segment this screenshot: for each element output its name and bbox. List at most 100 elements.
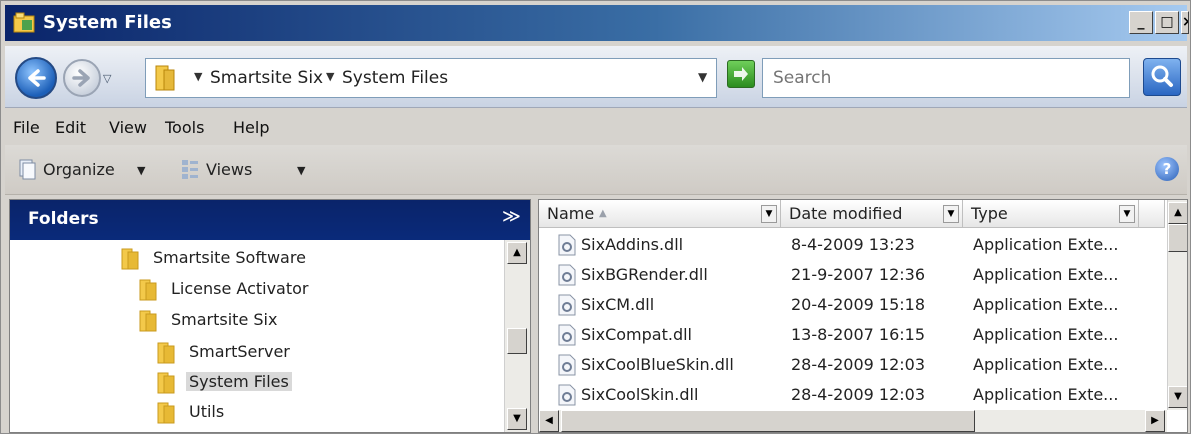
- scroll-down-icon[interactable]: ▼: [507, 408, 527, 430]
- tree-item-label: License Activator: [171, 279, 309, 298]
- menu-edit[interactable]: Edit: [55, 118, 86, 137]
- column-title: Date modified: [789, 204, 903, 223]
- file-name: SixCoolSkin.dll: [581, 385, 699, 404]
- maximize-button[interactable]: □: [1155, 11, 1179, 34]
- organize-icon: [19, 159, 36, 180]
- views-dropdown-icon[interactable]: ▼: [297, 164, 305, 177]
- file-row[interactable]: SixCompat.dll 13-8-2007 16:15 Applicatio…: [539, 320, 1159, 350]
- file-name: SixCompat.dll: [581, 325, 692, 344]
- file-list-pane: Name ▲ ▼ Date modified ▼ Type ▼ SixAddin…: [538, 199, 1188, 433]
- file-type: Application Exte...: [973, 355, 1119, 374]
- column-filter-dropdown-icon[interactable]: ▼: [761, 205, 777, 223]
- file-name: SixCM.dll: [581, 295, 655, 314]
- folders-vertical-scrollbar[interactable]: ▲ ▼: [504, 240, 530, 432]
- minimize-button[interactable]: _: [1129, 11, 1153, 34]
- search-input[interactable]: [763, 59, 1129, 97]
- file-row[interactable]: SixAddins.dll 8-4-2009 13:23 Application…: [539, 230, 1159, 260]
- column-header-date-modified[interactable]: Date modified ▼: [781, 200, 963, 228]
- file-row[interactable]: SixCoolBlueSkin.dll 28-4-2009 12:03 Appl…: [539, 350, 1159, 380]
- command-bar: Organize ▼ Views ▼ ?: [5, 145, 1187, 195]
- column-header-size-truncated[interactable]: [1139, 200, 1165, 228]
- scroll-up-icon[interactable]: ▲: [1168, 202, 1187, 224]
- scrollbar-thumb[interactable]: [1168, 224, 1187, 252]
- forward-button[interactable]: [63, 59, 101, 97]
- tree-item-label: Smartsite Six: [171, 310, 278, 329]
- organize-dropdown-icon[interactable]: ▼: [137, 164, 145, 177]
- menu-help[interactable]: Help: [233, 118, 269, 137]
- breadcrumb-smartsite-six[interactable]: Smartsite Six: [210, 68, 323, 88]
- file-type: Application Exte...: [973, 295, 1119, 314]
- tree-item-label: System Files: [186, 372, 292, 391]
- files-vertical-scrollbar[interactable]: ▲ ▼: [1167, 200, 1187, 410]
- file-date: 13-8-2007 16:15: [791, 325, 925, 344]
- scroll-left-icon[interactable]: ◀: [539, 410, 559, 432]
- search-field[interactable]: [762, 58, 1130, 98]
- dll-file-icon: [558, 294, 576, 316]
- file-row[interactable]: SixCoolSkin.dll 28-4-2009 12:03 Applicat…: [539, 380, 1159, 410]
- file-row[interactable]: SixCM.dll 20-4-2009 15:18 Application Ex…: [539, 290, 1159, 320]
- address-bar[interactable]: ▼ Smartsite Six ▼ System Files ▼: [145, 58, 717, 98]
- file-type: Application Exte...: [973, 265, 1119, 284]
- menu-bar: File Edit View Tools Help: [5, 109, 1187, 145]
- folders-header[interactable]: Folders ≫: [10, 200, 530, 240]
- file-date: 21-9-2007 12:36: [791, 265, 925, 284]
- folder-tree: Smartsite Software License Activator Sma…: [10, 240, 502, 432]
- menu-view[interactable]: View: [109, 118, 147, 137]
- column-header-type[interactable]: Type ▼: [963, 200, 1139, 228]
- refresh-icon: [734, 67, 748, 81]
- breadcrumb-separator-icon[interactable]: ▼: [326, 70, 334, 83]
- column-title: Name: [547, 204, 595, 223]
- dll-file-icon: [558, 264, 576, 286]
- back-button[interactable]: [15, 57, 57, 99]
- close-button[interactable]: ×: [1181, 11, 1189, 34]
- back-arrow-icon: [28, 69, 46, 87]
- folders-pane: Folders ≫ Smartsite Software License Act…: [9, 199, 531, 433]
- search-button[interactable]: [1143, 58, 1181, 96]
- organize-button[interactable]: Organize: [43, 160, 115, 179]
- folder-icon: [139, 279, 157, 301]
- file-type: Application Exte...: [973, 235, 1119, 254]
- menu-tools[interactable]: Tools: [165, 118, 204, 137]
- search-icon: [1151, 65, 1173, 87]
- collapse-chevron-icon[interactable]: ≫: [502, 206, 521, 227]
- history-dropdown-icon[interactable]: ▽: [103, 72, 111, 85]
- help-icon[interactable]: ?: [1155, 157, 1179, 181]
- file-date: 28-4-2009 12:03: [791, 355, 925, 374]
- folder-icon: [155, 65, 175, 91]
- tree-item-label: SmartServer: [189, 342, 290, 361]
- folders-title: Folders: [28, 209, 99, 229]
- file-row[interactable]: SixBGRender.dll 21-9-2007 12:36 Applicat…: [539, 260, 1159, 290]
- column-title: Type: [971, 204, 1008, 223]
- file-date: 20-4-2009 15:18: [791, 295, 925, 314]
- scrollbar-thumb[interactable]: [561, 410, 975, 432]
- title-bar[interactable]: System Files _ □ ×: [5, 5, 1189, 41]
- scroll-right-icon[interactable]: ▶: [1145, 410, 1165, 432]
- scrollbar-thumb[interactable]: [507, 328, 527, 354]
- scroll-up-icon[interactable]: ▲: [507, 242, 527, 264]
- navigation-bar: ▽ ▼ Smartsite Six ▼ System Files ▼: [5, 46, 1187, 108]
- file-date: 28-4-2009 12:03: [791, 385, 925, 404]
- column-header-name[interactable]: Name ▲ ▼: [539, 200, 781, 228]
- files-horizontal-scrollbar[interactable]: ◀ ▶: [539, 410, 1167, 432]
- column-filter-dropdown-icon[interactable]: ▼: [943, 205, 959, 223]
- dll-file-icon: [558, 384, 576, 406]
- scroll-down-icon[interactable]: ▼: [1168, 386, 1187, 408]
- column-filter-dropdown-icon[interactable]: ▼: [1119, 205, 1135, 223]
- refresh-button[interactable]: [727, 60, 755, 88]
- menu-file[interactable]: File: [13, 118, 40, 137]
- dll-file-icon: [558, 324, 576, 346]
- dll-file-icon: [558, 354, 576, 376]
- folder-icon: [121, 248, 139, 270]
- address-dropdown-icon[interactable]: ▼: [698, 70, 707, 84]
- dll-file-icon: [558, 234, 576, 256]
- breadcrumb-system-files[interactable]: System Files: [342, 68, 448, 88]
- folder-icon: [157, 342, 175, 364]
- breadcrumb-separator-icon[interactable]: ▼: [194, 70, 202, 83]
- forward-arrow-icon: [72, 69, 90, 87]
- file-name: SixAddins.dll: [581, 235, 684, 254]
- file-type: Application Exte...: [973, 325, 1119, 344]
- folder-icon: [139, 310, 157, 332]
- file-date: 8-4-2009 13:23: [791, 235, 915, 254]
- views-button[interactable]: Views: [206, 160, 252, 179]
- tree-item-label: Utils: [189, 402, 225, 421]
